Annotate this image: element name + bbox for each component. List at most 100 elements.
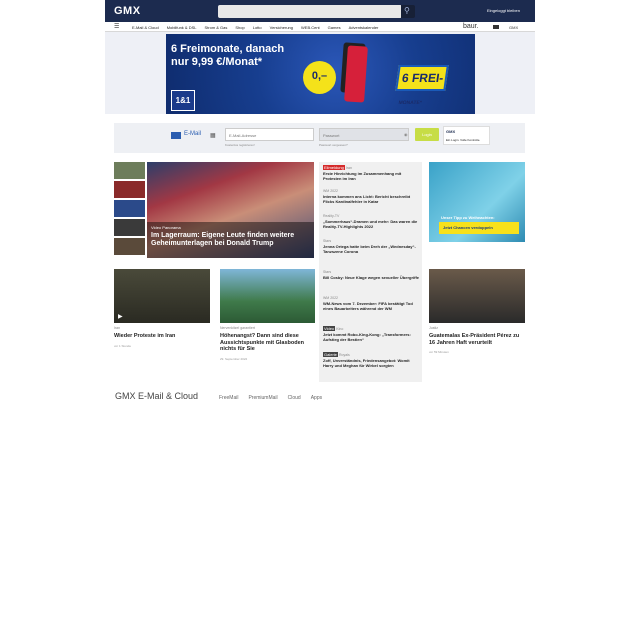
card-title[interactable]: Wieder Proteste im Iran <box>114 333 210 340</box>
card-kicker: Justiz <box>429 326 438 330</box>
header-login-link[interactable]: Eingeloggt bleiben <box>487 8 520 13</box>
play-icon: ▶ <box>118 314 123 320</box>
gmx-security-badge: GMX Ein Login. Volle Kontrolle. <box>443 126 490 145</box>
ad-free-months-badge: 6 FREI- MONATE* <box>395 65 449 106</box>
nav-item-adventskalender[interactable]: Adventskalender <box>349 25 379 30</box>
list-item[interactable]: Galerie Royals Zoff, Unverständnis, Frie… <box>323 352 420 368</box>
card-meta: vor 1 Stunde <box>114 344 132 348</box>
menu-icon[interactable]: ☰ <box>114 23 119 30</box>
card-kicker: Nervenkitzel garantiert <box>220 326 256 330</box>
gmx-logo[interactable]: GMX <box>114 5 141 17</box>
ad-headline: 6 Freimonate, danach nur 9,99 €/Monat* <box>171 43 284 69</box>
gmx-page: GMX ⚲ Eingeloggt bleiben ☰ E-Mail & Clou… <box>105 0 535 407</box>
item-kicker: Iran <box>345 166 352 170</box>
footer-links: FreeMail PremiumMail Cloud Apps <box>219 395 322 401</box>
card-kicker: Iran <box>114 326 121 330</box>
envelope-icon <box>171 132 181 139</box>
apps-grid-icon[interactable]: ▦ <box>210 132 216 139</box>
main-nav: ☰ E-Mail & Cloud Mobilfunk & DSL Strom &… <box>105 22 535 32</box>
password-field[interactable]: Passwort <box>319 128 409 141</box>
card-image-glass[interactable] <box>220 269 315 323</box>
nav-item-versicherung[interactable]: Versicherung <box>270 25 293 30</box>
item-title[interactable]: Interna kommen ans Licht: Bericht beschr… <box>323 194 420 204</box>
right-ad[interactable]: Unser Tipp zu Weihnachten: Jetzt Chancen… <box>429 162 525 242</box>
badge-title: GMX <box>446 129 456 134</box>
top-header: GMX ⚲ Eingeloggt bleiben <box>105 0 535 22</box>
ad-price-badge: 0,– <box>303 61 336 94</box>
footer-link-apps[interactable]: Apps <box>311 395 322 401</box>
card-title[interactable]: Höhenangst? Dann sind diese Aussichtspun… <box>220 333 315 353</box>
item-kicker: Kino <box>336 327 344 331</box>
item-title[interactable]: Zoff, Unverständnis, Friedensangebot: Wo… <box>323 358 420 368</box>
browser-viewport: GMX ⚲ Eingeloggt bleiben ☰ E-Mail & Clou… <box>0 0 640 640</box>
item-title[interactable]: Erste Hinrichtung im Zusammenhang mit Pr… <box>323 171 420 181</box>
item-title[interactable]: Jenna Ortega hatte beim Dreh der „Wednes… <box>323 244 420 254</box>
video-badge: Video <box>323 326 336 331</box>
footer-link-cloud[interactable]: Cloud <box>288 395 301 401</box>
list-item[interactable]: WM 2022 Interna kommen ans Licht: Berich… <box>323 189 420 204</box>
news-list: Eilmeldung Iran Erste Hinrichtung im Zus… <box>319 162 422 382</box>
card-meta: vor 59 Minuten <box>429 350 449 354</box>
mail-label: E-Mail <box>184 131 202 137</box>
item-title[interactable]: WM-News vom 7. Dezember: FIFA bestätigt … <box>323 301 420 311</box>
search-button[interactable]: ⚲ <box>401 5 415 18</box>
story-thumbnail[interactable] <box>114 181 145 198</box>
forgot-password-link[interactable]: Passwort vergessen? <box>319 143 348 147</box>
nav-item-email[interactable]: E-Mail & Cloud <box>132 25 159 30</box>
item-title[interactable]: Bill Cosby: Neue Klage wegen sexueller Ü… <box>323 275 420 280</box>
story-thumbnail[interactable] <box>114 162 145 179</box>
right-ad-title: Unser Tipp zu Weihnachten: <box>441 215 495 220</box>
main-story-kicker: Video Panorama <box>151 225 181 230</box>
baur-link[interactable]: baur. <box>463 23 479 30</box>
item-title[interactable]: Jetzt kommt Robo-King-Kong: „Transformer… <box>323 332 420 342</box>
right-ad-button[interactable]: Jetzt Chancen verdoppeln <box>439 222 519 234</box>
story-thumbnail[interactable] <box>114 200 145 217</box>
main-story[interactable]: Video Panorama Im Lagerraum: Eigene Leut… <box>147 162 314 258</box>
search-input[interactable] <box>218 5 402 18</box>
footer-title: GMX E-Mail & Cloud <box>115 391 199 401</box>
main-story-title[interactable]: Im Lagerraum: Eigene Leute finden weiter… <box>151 232 310 248</box>
nav-right-link[interactable]: GMX <box>509 25 518 30</box>
list-item[interactable]: WM 2022 WM-News vom 7. Dezember: FIFA be… <box>323 296 420 311</box>
ad-banner-area: 6 Freimonate, danach nur 9,99 €/Monat* 1… <box>105 32 535 114</box>
card-title[interactable]: Guatemalas Ex-Präsident Pérez zu 16 Jahr… <box>429 333 525 346</box>
card-meta: 29. September 2022 <box>220 357 248 361</box>
list-item[interactable]: Video Kino Jetzt kommt Robo-King-Kong: „… <box>323 326 420 342</box>
ad-headline-line1: 6 Freimonate, danach <box>171 43 285 55</box>
item-title[interactable]: „Sommerhaus“-Dramen und mehr: Das waren … <box>323 219 420 229</box>
main-story-caption: Video Panorama Im Lagerraum: Eigene Leut… <box>147 222 314 258</box>
breaking-badge: Eilmeldung <box>323 165 345 170</box>
nav-item-games[interactable]: Games <box>328 25 341 30</box>
ad-badge-sub: MONATE* <box>398 100 423 106</box>
nav-item-lotto[interactable]: Lotto <box>253 25 262 30</box>
list-item[interactable]: Reality-TV „Sommerhaus“-Dramen und mehr:… <box>323 214 420 229</box>
nav-item-shop[interactable]: Shop <box>235 25 244 30</box>
footer-link-freemail[interactable]: FreeMail <box>219 395 238 401</box>
flag-icon[interactable] <box>493 25 499 29</box>
badge-subtitle: Ein Login. Volle Kontrolle. <box>446 138 481 142</box>
list-item[interactable]: Stars Jenna Ortega hatte beim Dreh der „… <box>323 239 420 254</box>
story-thumbnail[interactable] <box>114 238 145 255</box>
story-thumbnail[interactable] <box>114 219 145 236</box>
gallery-badge: Galerie <box>323 352 338 357</box>
email-field[interactable]: E-Mail-Adresse <box>225 128 314 141</box>
nav-items: E-Mail & Cloud Mobilfunk & DSL Strom & G… <box>132 25 378 30</box>
login-button[interactable]: Login <box>415 128 439 141</box>
ad-headline-line2: nur 9,99 €/Monat* <box>171 56 263 68</box>
nav-item-webcent[interactable]: WEB.Cent <box>301 25 320 30</box>
ad-banner[interactable]: 6 Freimonate, danach nur 9,99 €/Monat* 1… <box>166 34 475 114</box>
card-image-iran[interactable]: ▶ <box>114 269 210 323</box>
register-link[interactable]: Kostenlos registrieren! <box>225 143 255 147</box>
item-kicker: Royals <box>339 353 350 357</box>
mail-login-bar: E-Mail ▦ E-Mail-Adresse Passwort ◉ Koste… <box>114 123 525 153</box>
eye-icon[interactable]: ◉ <box>404 132 408 137</box>
card-image-guatemala[interactable] <box>429 269 525 323</box>
search-icon: ⚲ <box>404 6 410 15</box>
phone-image-front <box>344 45 368 103</box>
nav-item-mobilfunk[interactable]: Mobilfunk & DSL <box>167 25 197 30</box>
list-item[interactable]: Eilmeldung Iran Erste Hinrichtung im Zus… <box>323 165 420 181</box>
footer-link-premiummail[interactable]: PremiumMail <box>248 395 277 401</box>
nav-item-strom[interactable]: Strom & Gas <box>204 25 227 30</box>
list-item[interactable]: Stars Bill Cosby: Neue Klage wegen sexue… <box>323 270 420 280</box>
ad-badge-text: 6 FREI- <box>401 71 445 85</box>
